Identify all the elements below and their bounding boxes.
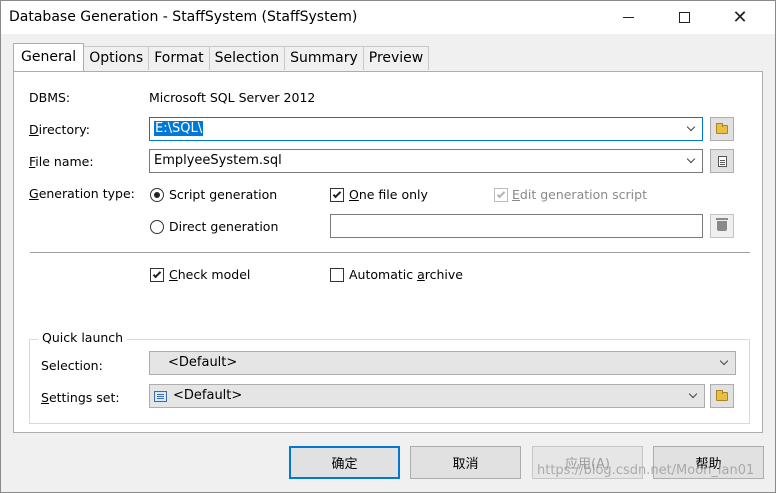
automatic-archive-text: rchive (424, 267, 463, 282)
chevron-down-icon[interactable] (688, 385, 698, 407)
script-generation-radio[interactable] (150, 188, 164, 202)
close-button[interactable]: ✕ (717, 1, 763, 34)
tab-selection[interactable]: Selection (208, 46, 286, 70)
settings-set-label: Settings set: (41, 390, 120, 405)
edit-generation-script-label: Edit generation script (512, 187, 647, 202)
maximize-button[interactable] (661, 1, 707, 34)
folder-icon (716, 122, 728, 134)
selection-value: <Default> (168, 355, 238, 370)
tab-preview[interactable]: Preview (362, 46, 430, 70)
maximize-icon (678, 12, 690, 23)
settings-set-mnemonic: S (41, 390, 49, 405)
one-file-only-label: One file only (349, 187, 428, 202)
selection-label: Selection: (41, 358, 103, 373)
edit-generation-script-text: dit generation script (519, 187, 647, 202)
direct-generation-field[interactable] (330, 214, 703, 238)
watermark: https://blog.csdn.net/Moon_lan01 (537, 463, 755, 478)
directory-value: E:\SQL\ (154, 121, 204, 136)
title-bar: Database Generation - StaffSystem (Staff… (1, 1, 775, 34)
chevron-down-icon[interactable] (686, 150, 696, 172)
tab-general[interactable]: General (13, 43, 85, 71)
automatic-archive-mnemonic: a (417, 267, 425, 282)
edit-generation-script-mnemonic: E (512, 187, 520, 202)
check-model-mnemonic: C (169, 267, 178, 282)
one-file-only-checkbox[interactable] (330, 188, 344, 202)
separator (30, 252, 750, 253)
check-icon (332, 189, 342, 199)
open-file-button[interactable] (710, 149, 734, 173)
close-icon: ✕ (732, 7, 748, 28)
chevron-down-icon[interactable] (686, 118, 696, 140)
directory-label: Directory: (29, 122, 90, 137)
window-title: Database Generation - StaffSystem (Staff… (9, 9, 358, 25)
check-icon (496, 189, 506, 199)
one-file-only-text: ne file only (358, 187, 428, 202)
filename-combobox[interactable]: EmplyeeSystem.sql (149, 149, 703, 173)
check-model-text: heck model (177, 267, 251, 282)
generation-type-label-text: eneration type: (38, 186, 135, 201)
browse-directory-button[interactable] (710, 117, 734, 141)
filename-value: EmplyeeSystem.sql (154, 153, 282, 168)
filename-label-text: ile name: (35, 154, 94, 169)
minimize-icon (622, 17, 634, 18)
script-generation-label: Script generation (169, 187, 278, 202)
direct-generation-label: Direct generation (169, 219, 279, 234)
directory-label-mnemonic: D (29, 122, 39, 137)
dialog-window: Database Generation - StaffSystem (Staff… (0, 0, 776, 493)
dbms-label: DBMS: (29, 90, 71, 105)
filename-label: File name: (29, 154, 94, 169)
trash-icon (716, 218, 728, 231)
edit-generation-script-checkbox[interactable] (494, 188, 508, 202)
list-icon (154, 390, 167, 402)
browse-settings-button[interactable] (710, 384, 734, 408)
one-file-only-mnemonic: O (349, 187, 359, 202)
tab-format[interactable]: Format (148, 46, 210, 70)
settings-set-combobox[interactable]: <Default> (149, 384, 705, 408)
dbms-value: Microsoft SQL Server 2012 (149, 90, 316, 105)
generation-type-label: Generation type: (29, 186, 135, 201)
ok-button[interactable]: 确定 (289, 446, 400, 479)
check-model-label: Check model (169, 267, 250, 282)
settings-set-value: <Default> (173, 388, 243, 403)
check-icon (152, 269, 162, 279)
directory-label-text: irectory: (38, 122, 90, 137)
folder-icon (716, 389, 728, 401)
check-model-checkbox[interactable] (150, 268, 164, 282)
tab-summary[interactable]: Summary (284, 46, 364, 70)
automatic-archive-text-pre: Automatic (349, 267, 418, 282)
clear-button[interactable] (710, 214, 734, 238)
general-panel: DBMS: Microsoft SQL Server 2012 Director… (13, 71, 763, 433)
minimize-button[interactable] (605, 1, 651, 34)
generation-type-label-mnemonic: G (29, 186, 39, 201)
chevron-down-icon[interactable] (719, 352, 729, 374)
selection-combobox[interactable]: <Default> (149, 351, 736, 375)
tab-options[interactable]: Options (83, 46, 150, 70)
directory-combobox[interactable]: E:\SQL\ (149, 117, 703, 141)
document-icon (717, 155, 727, 167)
settings-set-text: ettings set: (48, 390, 120, 405)
automatic-archive-label: Automatic archive (349, 267, 463, 282)
quick-launch-title: Quick launch (38, 330, 128, 345)
direct-generation-radio[interactable] (150, 220, 164, 234)
automatic-archive-checkbox[interactable] (330, 268, 344, 282)
cancel-button[interactable]: 取消 (410, 446, 521, 479)
tab-strip: General Options Format Selection Summary… (13, 43, 430, 71)
